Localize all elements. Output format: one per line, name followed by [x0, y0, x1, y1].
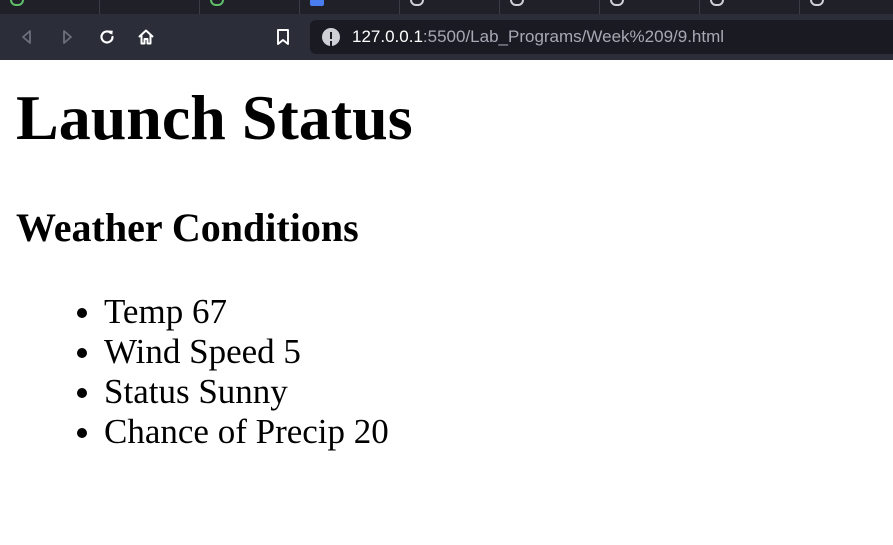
- tab-favicon-icon: [210, 0, 224, 6]
- browser-tab[interactable]: [200, 0, 300, 14]
- tab-favicon-icon: [410, 0, 424, 6]
- browser-tab[interactable]: [100, 0, 200, 14]
- home-button[interactable]: [133, 24, 159, 50]
- browser-tab[interactable]: [700, 0, 800, 14]
- list-item: Chance of Precip 20: [104, 412, 389, 452]
- list-item: Wind Speed 5: [104, 332, 389, 372]
- browser-tab[interactable]: [300, 0, 400, 14]
- section-heading: Weather Conditions: [16, 205, 359, 250]
- browser-tab[interactable]: [800, 0, 893, 14]
- browser-tab[interactable]: [500, 0, 600, 14]
- tab-favicon-icon: [710, 0, 724, 6]
- page-title: Launch Status: [16, 82, 413, 153]
- page-content: Launch Status Weather Conditions Temp 67…: [0, 60, 893, 545]
- forward-arrow-icon: [63, 30, 72, 44]
- reload-icon: [100, 30, 114, 44]
- back-button[interactable]: [14, 24, 40, 50]
- tab-favicon-icon: [610, 0, 624, 6]
- url-text[interactable]: 127.0.0.1:5500/Lab_Programs/Week%209/9.h…: [352, 27, 724, 47]
- list-item: Temp 67: [104, 292, 389, 332]
- url-path: :5500/Lab_Programs/Week%209/9.html: [422, 27, 725, 46]
- tab-favicon-icon: [10, 0, 24, 6]
- browser-tab[interactable]: [400, 0, 500, 14]
- list-item: Status Sunny: [104, 372, 389, 412]
- browser-toolbar: 127.0.0.1:5500/Lab_Programs/Week%209/9.h…: [0, 14, 893, 60]
- browser-tab[interactable]: [0, 0, 100, 14]
- tab-strip: [0, 0, 893, 14]
- url-host: 127.0.0.1: [352, 27, 423, 46]
- info-icon[interactable]: [322, 28, 340, 46]
- tab-favicon-icon: [810, 0, 824, 6]
- back-arrow-icon: [22, 30, 31, 44]
- browser-tab[interactable]: [600, 0, 700, 14]
- address-bar[interactable]: 127.0.0.1:5500/Lab_Programs/Week%209/9.h…: [310, 20, 893, 54]
- tab-favicon-icon: [310, 0, 324, 6]
- forward-button[interactable]: [54, 24, 80, 50]
- weather-list: Temp 67 Wind Speed 5 Status Sunny Chance…: [64, 292, 389, 452]
- bookmark-button[interactable]: [270, 24, 296, 50]
- home-icon: [138, 29, 154, 45]
- tab-favicon-icon: [510, 0, 524, 6]
- bookmark-icon: [277, 29, 289, 45]
- reload-button[interactable]: [94, 24, 120, 50]
